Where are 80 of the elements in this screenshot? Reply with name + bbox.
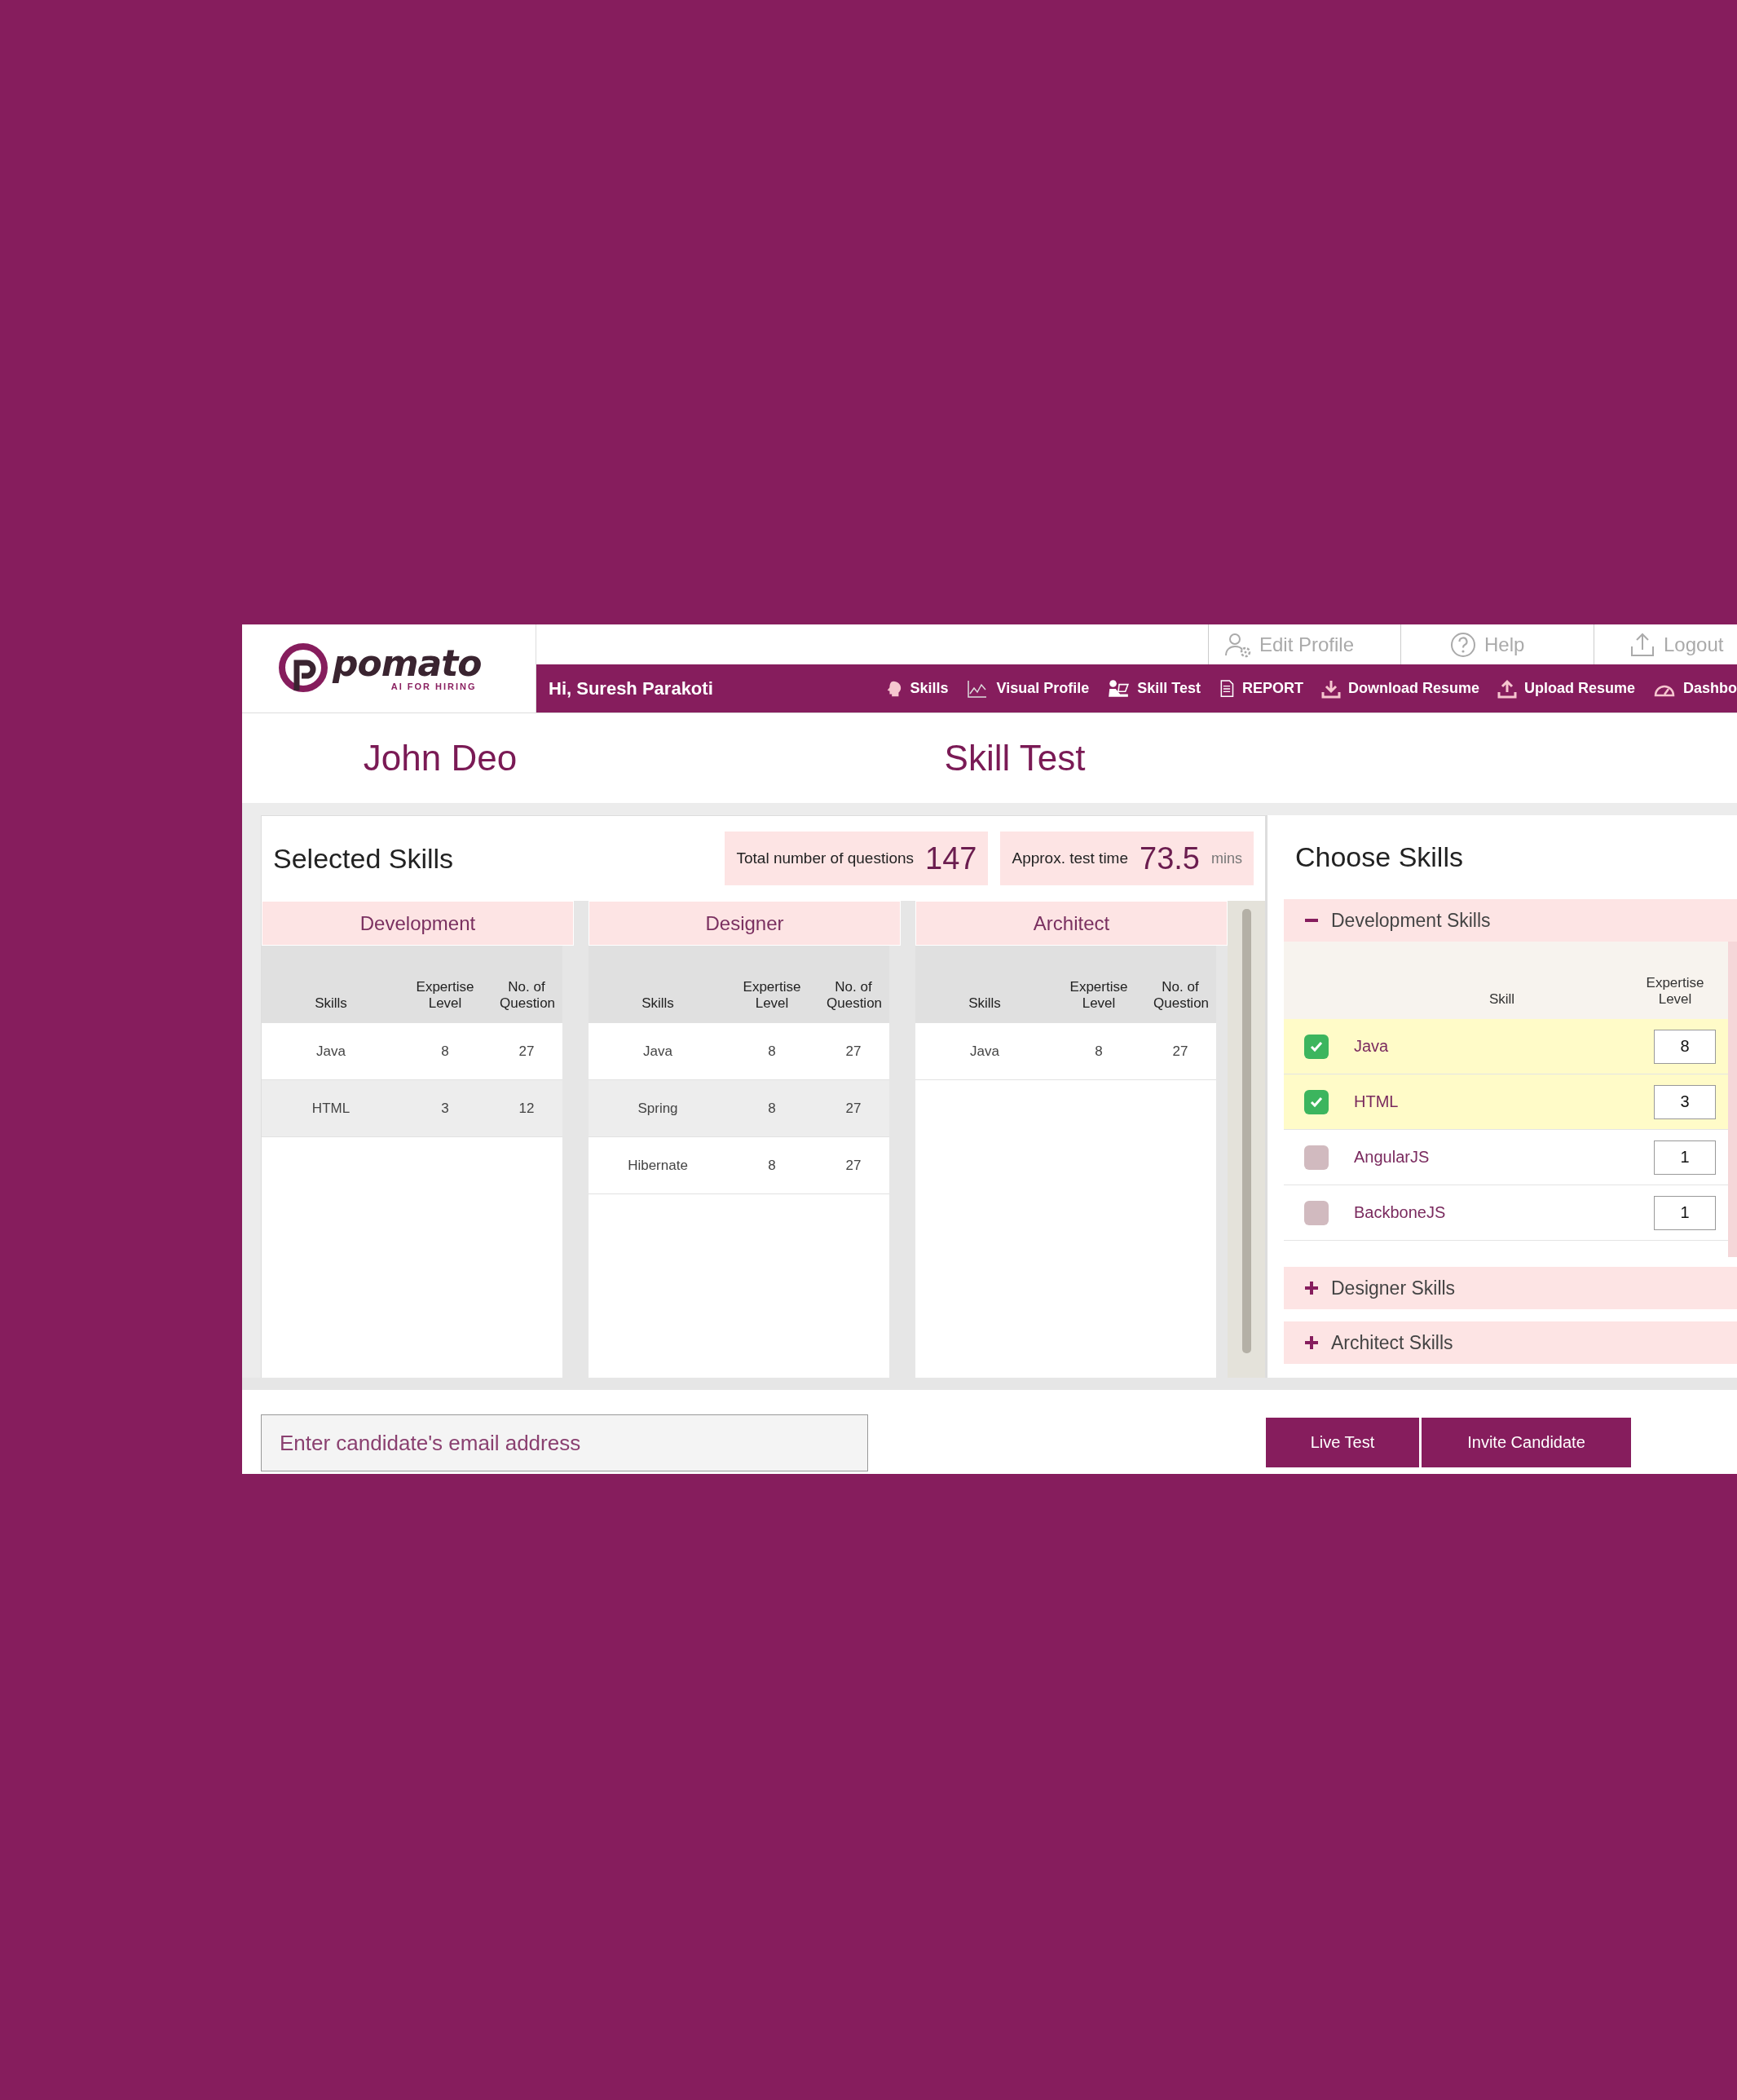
- table-cell-text: 27: [1171, 1043, 1189, 1060]
- table-cell-text: Hibernate: [627, 1157, 689, 1174]
- checkbox[interactable]: [1304, 1145, 1329, 1170]
- plus-icon: [1305, 1282, 1318, 1295]
- checkbox[interactable]: [1304, 1200, 1329, 1225]
- stat-value: 147: [925, 840, 977, 876]
- nav-item[interactable]: Visual Profile: [966, 678, 1090, 699]
- stat-label: Total number of questions: [736, 849, 915, 867]
- logo-mark-icon: [279, 643, 329, 694]
- table-cell-text: 8: [440, 1043, 450, 1060]
- nav-item[interactable]: REPORT: [1218, 677, 1303, 699]
- column-header: No. of Question: [499, 979, 557, 1012]
- nav-item[interactable]: Skills: [884, 678, 949, 699]
- table-cell-text: 8: [767, 1100, 777, 1117]
- level-input[interactable]: 1: [1654, 1195, 1716, 1230]
- logo[interactable]: pomato AI FOR HIRING: [242, 624, 536, 712]
- level-input[interactable]: 8: [1654, 1029, 1716, 1064]
- table-cell-text: 27: [518, 1043, 536, 1060]
- user-gear-icon: [1223, 631, 1251, 658]
- column-header: Expertise Level: [1069, 979, 1129, 1012]
- plus-icon: [1305, 1336, 1318, 1349]
- help-icon: [1450, 631, 1476, 658]
- nav-item[interactable]: Dashbo: [1653, 679, 1737, 698]
- email-field[interactable]: Enter candidate's email address: [261, 1414, 868, 1471]
- table-cell-text: 27: [844, 1043, 862, 1060]
- stat-label: Approx. test time: [1012, 849, 1128, 867]
- group-header: Development: [262, 901, 574, 946]
- logo-text: pomato: [333, 646, 482, 682]
- column-header: Skill: [1488, 991, 1516, 1008]
- accordion-header[interactable]: Development Skills: [1284, 899, 1737, 942]
- table-cell-text: 8: [767, 1043, 777, 1060]
- table-cell-text: 27: [844, 1100, 862, 1117]
- upload-icon: [1497, 678, 1517, 699]
- level-input[interactable]: 3: [1654, 1084, 1716, 1119]
- table-cell-text: HTML: [311, 1100, 351, 1117]
- table-cell-text: Java: [315, 1043, 346, 1060]
- nav-item[interactable]: Download Resume: [1320, 678, 1479, 699]
- greeting: Hi, Suresh Parakoti: [549, 677, 713, 699]
- skill-name: HTML: [1354, 1092, 1400, 1111]
- scrollbar-thumb[interactable]: [1241, 909, 1251, 1353]
- accordion-header[interactable]: Designer Skills: [1284, 1267, 1737, 1309]
- logout-icon: [1629, 631, 1655, 658]
- column-header: Expertise Level: [415, 979, 475, 1012]
- table-cell-text: Java: [969, 1043, 1000, 1060]
- nav-item[interactable]: Skill Test: [1107, 678, 1201, 699]
- invite-button[interactable]: Invite Candidate: [1422, 1418, 1631, 1467]
- column-header: No. of Question: [1153, 979, 1210, 1012]
- checkbox[interactable]: [1304, 1089, 1329, 1114]
- section-title: Choose Skills: [1294, 840, 1464, 874]
- skill-name: Java: [1354, 1037, 1390, 1056]
- table-cell-text: 8: [1094, 1043, 1104, 1060]
- checkbox[interactable]: [1304, 1034, 1329, 1059]
- table-cell-text: 8: [767, 1157, 777, 1174]
- table-cell-text: 3: [440, 1100, 450, 1117]
- page-title: Skill Test: [943, 738, 1087, 779]
- column-header: Skills: [641, 995, 675, 1012]
- person-desk-icon: [1107, 678, 1131, 699]
- download-icon: [1320, 678, 1341, 699]
- nav-item[interactable]: Upload Resume: [1497, 678, 1635, 699]
- live-test-button[interactable]: Live Test: [1266, 1418, 1419, 1467]
- table-cell-text: 27: [844, 1157, 862, 1174]
- stat-unit: mins: [1211, 849, 1242, 867]
- column-header: Expertise Level: [1645, 975, 1705, 1008]
- stat-value: 73.5: [1140, 840, 1200, 876]
- column-header: No. of Question: [826, 979, 884, 1012]
- table-cell-text: Java: [642, 1043, 673, 1060]
- group-header: Designer: [589, 901, 901, 946]
- skill-name: BackboneJS: [1354, 1203, 1447, 1222]
- skill-name: AngularJS: [1354, 1148, 1431, 1167]
- level-input[interactable]: 1: [1654, 1140, 1716, 1175]
- column-header: Skills: [314, 995, 348, 1012]
- section-title: Selected Skills: [273, 842, 455, 875]
- table-cell-text: 12: [518, 1100, 536, 1117]
- group-header: Architect: [915, 901, 1228, 946]
- column-header: Skills: [968, 995, 1002, 1012]
- logo-tagline: AI FOR HIRING: [390, 682, 477, 691]
- accordion-header[interactable]: Architect Skills: [1284, 1321, 1737, 1364]
- column-header: Expertise Level: [742, 979, 802, 1012]
- table-cell-text: Spring: [637, 1100, 679, 1117]
- candidate-name: John Deo: [362, 738, 518, 779]
